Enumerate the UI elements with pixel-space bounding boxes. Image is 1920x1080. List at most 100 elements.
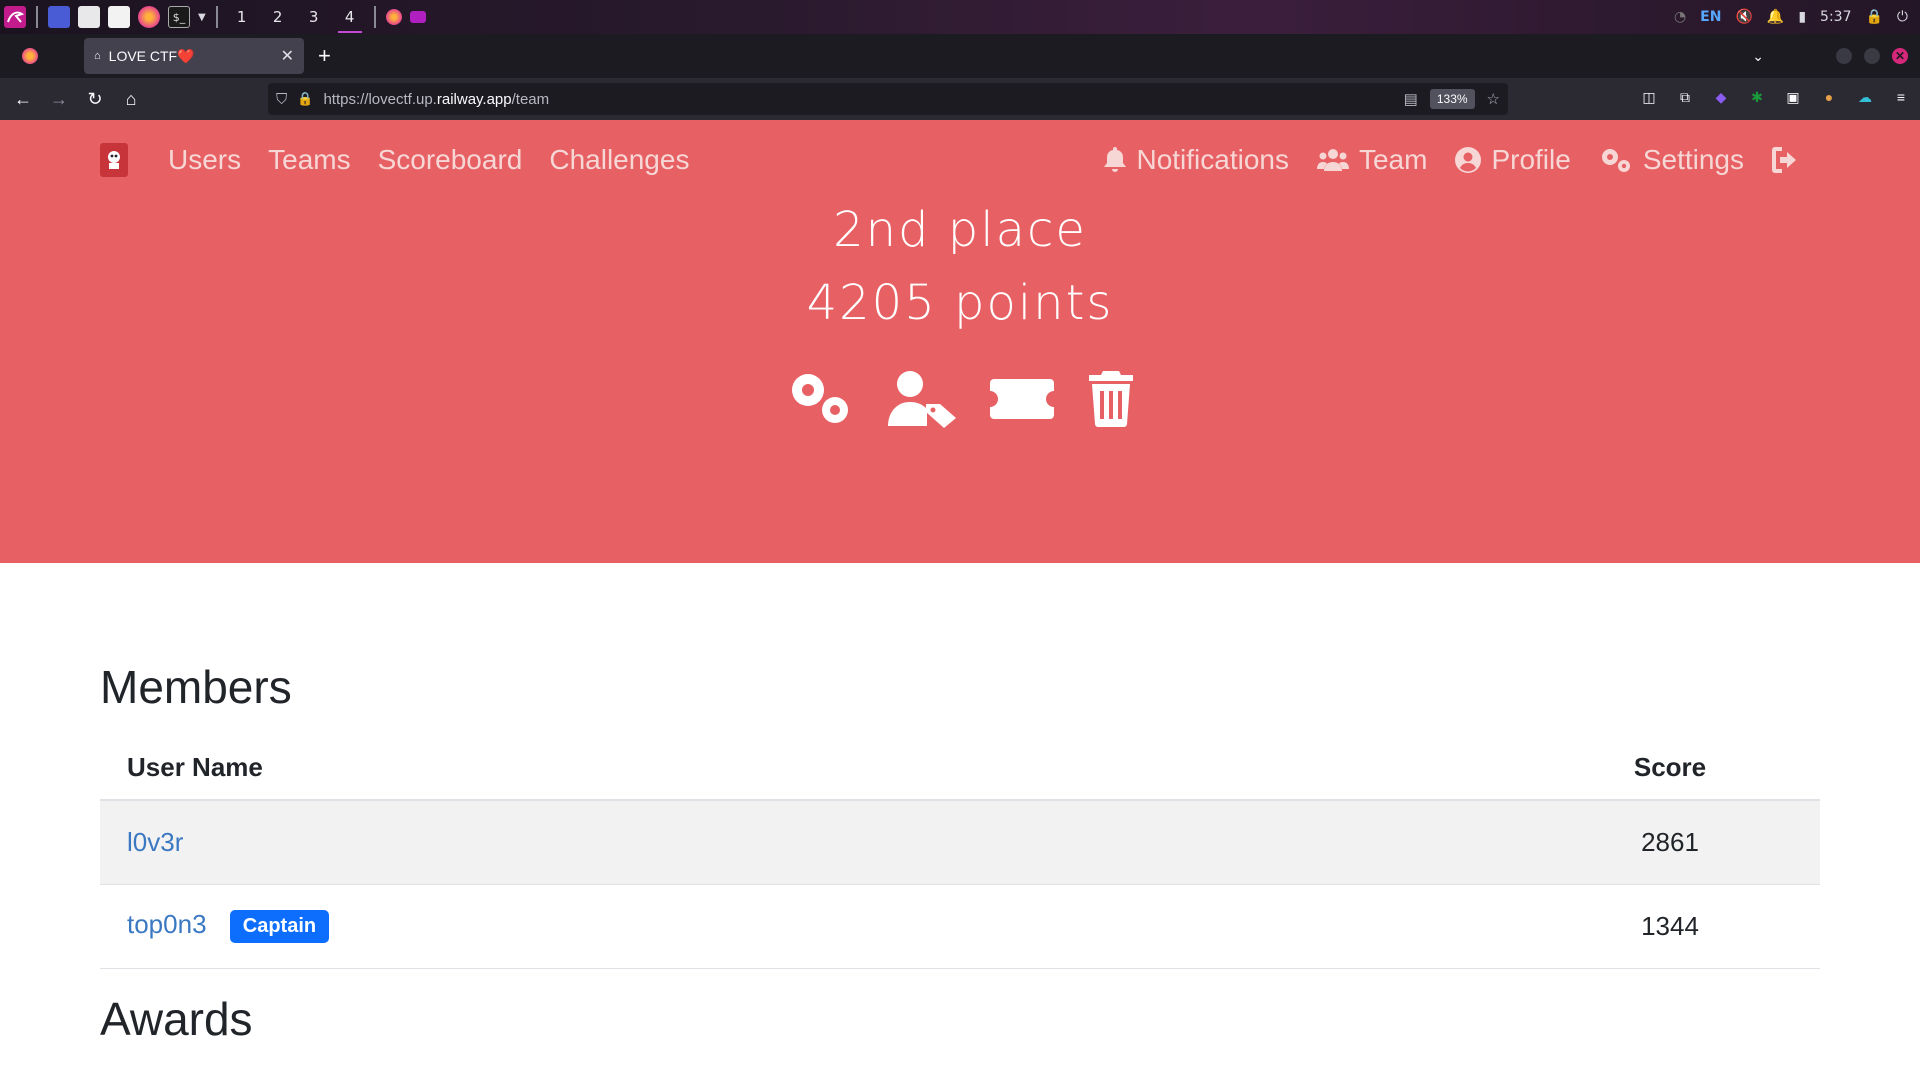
os-taskbar: $_ ▼ 1 2 3 4 ◔ EN 🔇 🔔 ▮ 5:37 🔒 ⏻ [0,0,1920,34]
pocket-icon[interactable]: ◫ [1638,86,1660,108]
members-heading: Members [100,661,292,713]
team-captain-button[interactable] [888,370,956,428]
wifi-icon[interactable]: ◔ [1674,9,1686,25]
nav-scoreboard[interactable]: Scoreboard [378,144,523,176]
chevron-down-icon[interactable]: ▼ [198,12,206,23]
cogs-icon [792,374,848,423]
page-content: Users Teams Scoreboard Challenges Notifi… [0,120,1920,1080]
firefox-window-icon[interactable] [385,9,402,25]
extension-container-icon[interactable]: ▣ [1782,86,1804,108]
site-logo[interactable] [100,143,128,177]
nav-profile[interactable]: Profile [1455,144,1571,176]
extension-purple-icon[interactable]: ◆ [1710,86,1732,108]
team-actions [0,370,1920,428]
workspace-3[interactable]: 3 [300,0,328,34]
member-name-cell: l0v3r [100,800,1520,885]
list-all-tabs-icon[interactable]: ⌄ [1752,48,1764,65]
nav-team[interactable]: Team [1316,144,1428,176]
awards-heading: Awards [100,993,253,1045]
keyboard-layout[interactable]: EN [1700,9,1721,25]
nav-notifications-label: Notifications [1136,144,1289,175]
new-tab-button[interactable]: + [318,43,331,69]
team-invite-button[interactable] [990,370,1054,428]
folder-window-icon[interactable] [409,11,426,23]
taskbar-separator [215,6,218,28]
trash-icon [1089,371,1133,427]
bell-icon [1104,147,1127,172]
forward-icon[interactable]: → [42,82,76,116]
minimize-window-button[interactable] [1836,48,1852,64]
power-icon[interactable]: ⏻ [1897,9,1908,25]
extensions-icon[interactable]: ⧉ [1674,86,1696,108]
kali-menu-icon[interactable] [4,6,26,28]
table-row: top0n3 Captain 1344 [100,884,1820,969]
members-table: User Name Score l0v3r 2861 top0n3 Captai… [100,740,1820,969]
close-tab-icon[interactable]: ✕ [281,46,294,66]
member-score: 1344 [1520,884,1820,969]
member-link[interactable]: l0v3r [127,827,183,857]
extension-cloud-icon[interactable]: ☁ [1854,86,1876,108]
browser-tab-active[interactable]: ⌂ LOVE CTF❤️ ✕ [84,38,304,74]
browser-tabstrip: ⌂ LOVE CTF❤️ ✕ + ⌄ ✕ [0,34,1920,78]
maximize-window-button[interactable] [1864,48,1880,64]
tab-favicon-icon: ⌂ [94,50,101,62]
padlock-icon[interactable]: 🔒 [297,91,313,107]
logout-icon [1772,147,1796,173]
user-tag-icon [888,371,956,428]
nav-users[interactable]: Users [168,144,241,176]
lock-icon[interactable]: 🔒 [1865,9,1882,25]
firefox-view-icon[interactable] [0,34,60,78]
taskbar-separator [36,6,38,28]
zoom-level[interactable]: 133% [1429,89,1475,109]
shield-icon[interactable]: ⛉ [276,91,287,108]
volume-muted-icon[interactable]: 🔇 [1735,9,1752,25]
column-header-user: User Name [100,740,1520,801]
firefox-icon[interactable] [138,6,160,28]
member-name-cell: top0n3 Captain [100,884,1520,969]
nav-logout[interactable] [1772,147,1800,173]
extension-bug-icon[interactable]: ✱ [1746,86,1768,108]
nav-teams[interactable]: Teams [268,144,350,176]
clock[interactable]: 5:37 [1820,9,1851,25]
url-bar[interactable]: ⛉ 🔒 https://lovectf.up.railway.app/team … [268,83,1508,115]
file-manager-icon[interactable] [78,6,100,28]
nav-team-label: Team [1358,144,1428,175]
notification-bell-icon[interactable]: 🔔 [1767,9,1784,25]
close-window-button[interactable]: ✕ [1892,48,1908,64]
nav-settings-label: Settings [1642,144,1744,175]
text-editor-icon[interactable] [108,6,130,28]
nav-notifications[interactable]: Notifications [1104,144,1289,176]
member-link[interactable]: top0n3 [127,909,207,939]
workspace-4[interactable]: 4 [336,0,364,34]
team-disband-button[interactable] [1088,370,1134,428]
nav-settings[interactable]: Settings [1599,144,1744,176]
team-settings-button[interactable] [786,370,854,428]
terminal-icon[interactable]: $_ [168,6,190,28]
site-navbar: Users Teams Scoreboard Challenges Notifi… [0,120,1920,200]
reload-icon[interactable]: ↻ [78,82,112,116]
extension-cookie-icon[interactable]: ● [1818,86,1840,108]
tab-title: LOVE CTF❤️ [108,47,195,64]
team-place: 2nd place [833,202,1087,254]
table-header-row: User Name Score [100,740,1820,801]
member-score: 2861 [1520,800,1820,885]
back-icon[interactable]: ← [6,82,40,116]
users-icon [1316,149,1349,171]
cogs-icon [1601,149,1630,172]
team-hero: Users Teams Scoreboard Challenges Notifi… [0,120,1920,563]
bookmark-star-icon[interactable]: ☆ [1487,90,1500,108]
user-circle-icon [1455,147,1482,173]
home-icon[interactable]: ⌂ [114,82,148,116]
url-text[interactable]: https://lovectf.up.railway.app/team [323,91,549,108]
reader-view-icon[interactable]: ▤ [1404,90,1418,108]
battery-icon[interactable]: ▮ [1798,9,1806,25]
taskbar-separator [373,6,376,28]
ticket-icon [990,379,1054,419]
team-points: 4205 points [806,275,1114,331]
app-menu-icon[interactable]: ≡ [1890,86,1912,108]
workspace-1[interactable]: 1 [228,0,256,34]
show-desktop-icon[interactable] [48,6,70,28]
workspace-2[interactable]: 2 [264,0,292,34]
nav-challenges[interactable]: Challenges [549,144,689,176]
browser-navbar: ← → ↻ ⌂ ⛉ 🔒 https://lovectf.up.railway.a… [0,78,1920,120]
